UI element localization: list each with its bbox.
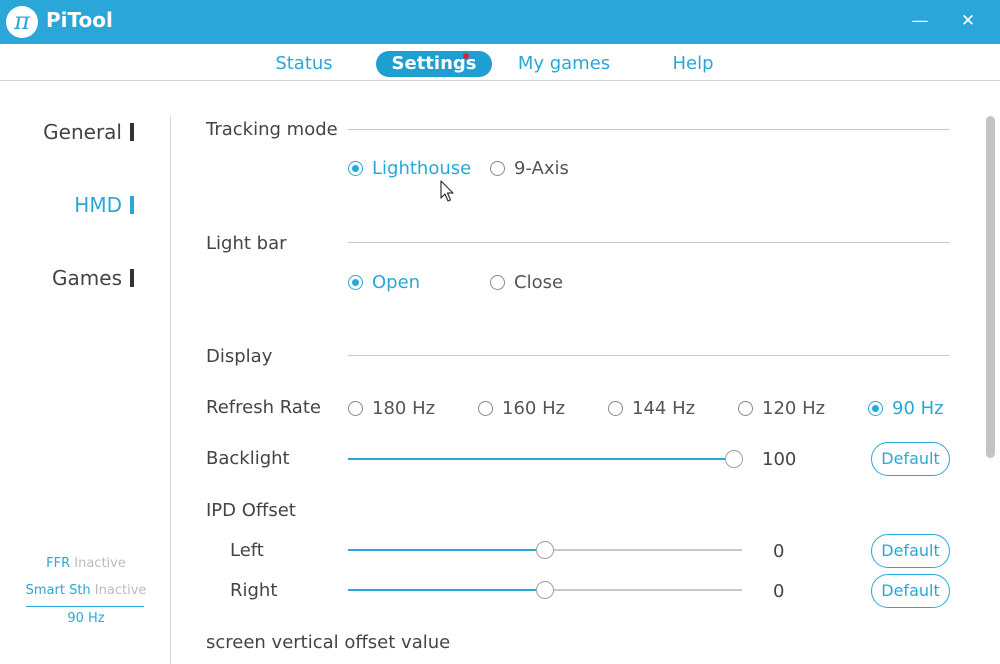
- scrollbar-thumb[interactable]: [986, 116, 995, 458]
- tracking-mode-label: Tracking mode: [206, 119, 338, 140]
- display-label: Display: [206, 346, 273, 367]
- radio-selected-icon: [868, 400, 883, 416]
- sidebar-item-label: Games: [52, 266, 122, 290]
- sidebar-item-label: HMD: [74, 193, 122, 217]
- tracking-9axis-radio[interactable]: 9-Axis: [490, 156, 569, 180]
- tracking-lighthouse-radio[interactable]: Lighthouse: [348, 156, 471, 180]
- ipd-offset-label: IPD Offset: [206, 500, 296, 521]
- light-bar-label: Light bar: [206, 233, 287, 254]
- tab-status[interactable]: Status: [264, 51, 344, 77]
- smart-smoothing-status: Smart Sth Inactive: [16, 583, 156, 598]
- radio-label: 9-Axis: [514, 157, 569, 179]
- radio-label: 160 Hz: [502, 397, 566, 419]
- mouse-cursor-icon: [440, 180, 454, 202]
- sidebar-divider: [170, 115, 171, 664]
- sidebar-item-general[interactable]: General: [43, 120, 134, 144]
- radio-label: Open: [372, 271, 421, 293]
- refresh-120hz-radio[interactable]: 120 Hz: [738, 396, 825, 420]
- backlight-label: Backlight: [206, 448, 290, 469]
- refresh-180hz-radio[interactable]: 180 Hz: [348, 396, 435, 420]
- radio-unselected-icon: [348, 400, 363, 416]
- smart-smoothing-label: Smart Sth: [25, 583, 91, 598]
- refresh-160hz-radio[interactable]: 160 Hz: [478, 396, 565, 420]
- notification-dot: [463, 53, 469, 59]
- radio-selected-icon: [348, 274, 363, 290]
- radio-label: 120 Hz: [762, 397, 826, 419]
- radio-label: 180 Hz: [372, 397, 436, 419]
- radio-unselected-icon: [608, 400, 623, 416]
- sidebar-marker: [130, 196, 134, 214]
- refresh-144hz-radio[interactable]: 144 Hz: [608, 396, 695, 420]
- ipd-right-slider[interactable]: [348, 580, 742, 600]
- ipd-right-default-button[interactable]: Default: [871, 574, 950, 608]
- smart-smoothing-value: Inactive: [94, 583, 147, 598]
- section-divider: [348, 355, 950, 356]
- app-title: PiTool: [46, 8, 113, 32]
- light-bar-close-radio[interactable]: Close: [490, 270, 563, 294]
- tab-my-games[interactable]: My games: [512, 51, 616, 77]
- slider-fill: [348, 458, 734, 460]
- refresh-rate-label: Refresh Rate: [206, 397, 321, 418]
- radio-unselected-icon: [490, 160, 505, 176]
- sidebar-item-label: General: [43, 120, 122, 144]
- ffr-label: FFR: [46, 556, 71, 571]
- sidebar-marker: [130, 269, 134, 287]
- ipd-right-value: 0: [773, 581, 785, 602]
- sidebar-item-hmd[interactable]: HMD: [74, 193, 134, 217]
- status-divider: [26, 606, 144, 607]
- pitool-logo-icon: π: [6, 6, 38, 38]
- slider-fill: [348, 589, 545, 591]
- sidebar-marker: [130, 123, 134, 141]
- ffr-status: FFR Inactive: [16, 556, 156, 571]
- screen-vertical-offset-label: screen vertical offset value: [206, 632, 451, 653]
- radio-unselected-icon: [490, 274, 505, 290]
- ipd-left-value: 0: [773, 541, 785, 562]
- radio-label: Lighthouse: [372, 157, 472, 179]
- slider-thumb[interactable]: [725, 450, 743, 468]
- sidebar-item-games[interactable]: Games: [52, 266, 134, 290]
- minimize-button[interactable]: —: [903, 8, 937, 34]
- radio-label: Close: [514, 271, 564, 293]
- light-bar-open-radio[interactable]: Open: [348, 270, 420, 294]
- tab-settings[interactable]: Settings: [376, 51, 492, 77]
- ipd-right-label: Right: [230, 580, 278, 601]
- title-bar: π PiTool — ✕: [0, 0, 1000, 44]
- radio-unselected-icon: [738, 400, 753, 416]
- section-divider: [348, 129, 950, 130]
- slider-thumb[interactable]: [536, 581, 554, 599]
- tab-bar: Status Settings My games Help: [0, 44, 1000, 81]
- ipd-left-default-button[interactable]: Default: [871, 534, 950, 568]
- refresh-status-value: 90 Hz: [67, 611, 105, 626]
- tab-help[interactable]: Help: [656, 51, 730, 77]
- radio-unselected-icon: [478, 400, 493, 416]
- backlight-default-button[interactable]: Default: [871, 442, 950, 476]
- slider-fill: [348, 549, 545, 551]
- slider-thumb[interactable]: [536, 541, 554, 559]
- radio-label: 144 Hz: [632, 397, 696, 419]
- radio-label: 90 Hz: [892, 397, 944, 419]
- refresh-90hz-radio[interactable]: 90 Hz: [868, 396, 944, 420]
- ipd-left-label: Left: [230, 540, 264, 561]
- ipd-left-slider[interactable]: [348, 540, 742, 560]
- section-divider: [348, 242, 950, 243]
- backlight-slider[interactable]: [348, 449, 743, 469]
- ffr-value: Inactive: [74, 556, 126, 571]
- close-button[interactable]: ✕: [951, 8, 985, 34]
- radio-selected-icon: [348, 160, 363, 176]
- backlight-value: 100: [762, 449, 797, 470]
- refresh-status: 90 Hz: [16, 611, 156, 626]
